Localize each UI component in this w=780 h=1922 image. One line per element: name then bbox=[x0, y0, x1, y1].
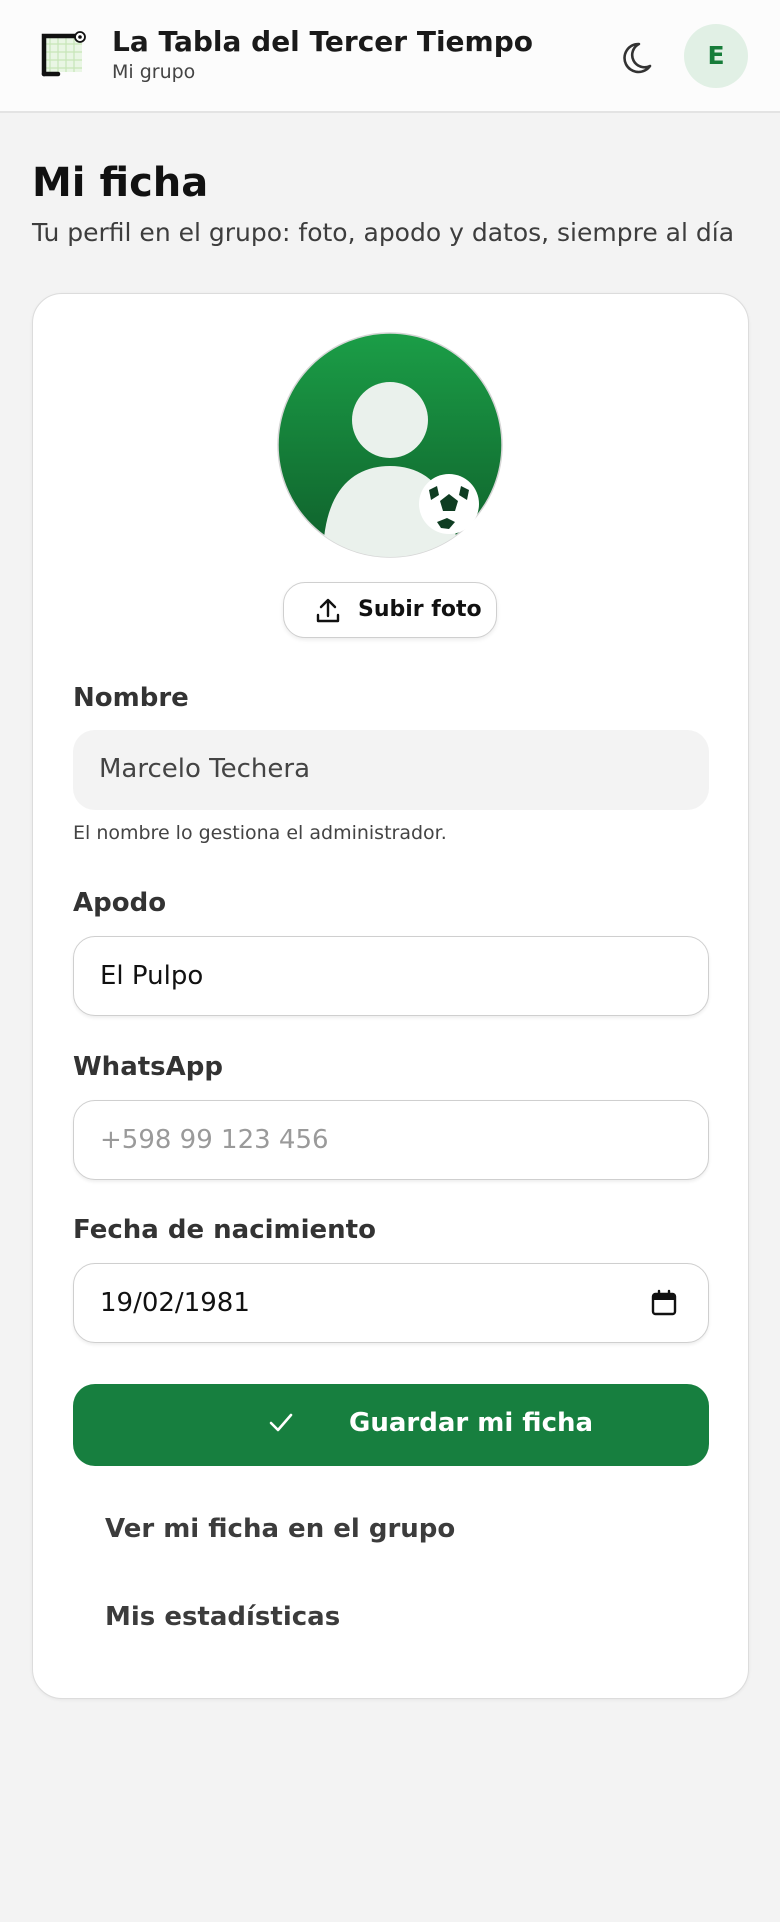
moon-icon[interactable] bbox=[618, 34, 662, 78]
apodo-label: Apodo bbox=[73, 888, 167, 918]
profile-photo bbox=[277, 332, 503, 558]
apodo-input[interactable]: El Pulpo bbox=[73, 936, 709, 1016]
upload-icon bbox=[316, 598, 340, 623]
nombre-help-text: El nombre lo gestiona el administrador. bbox=[73, 822, 447, 844]
page-subtitle: Tu perfil en el grupo: foto, apodo y dat… bbox=[32, 218, 735, 247]
fecha-nacimiento-label: Fecha de nacimiento bbox=[73, 1215, 376, 1245]
user-avatar-button[interactable]: E bbox=[684, 24, 748, 88]
upload-photo-button[interactable]: Subir foto bbox=[283, 582, 497, 638]
view-profile-link[interactable]: Ver mi ficha en el grupo bbox=[105, 1514, 455, 1544]
goal-net-icon bbox=[41, 31, 86, 77]
save-profile-button[interactable]: Guardar mi ficha bbox=[73, 1384, 709, 1466]
app-title: La Tabla del Tercer Tiempo bbox=[112, 25, 533, 58]
group-name: Mi grupo bbox=[112, 61, 196, 83]
page-title: Mi ficha bbox=[32, 160, 209, 206]
fecha-nacimiento-input[interactable]: 19/02/1981 bbox=[73, 1263, 709, 1343]
fecha-nacimiento-value: 19/02/1981 bbox=[100, 1288, 250, 1318]
save-profile-label: Guardar mi ficha bbox=[349, 1408, 594, 1438]
nombre-label: Nombre bbox=[73, 683, 189, 713]
calendar-icon[interactable] bbox=[650, 1289, 678, 1317]
nombre-field: Marcelo Techera bbox=[73, 730, 709, 810]
upload-photo-label: Subir foto bbox=[358, 597, 482, 622]
whatsapp-label: WhatsApp bbox=[73, 1052, 223, 1082]
profile-card: Subir foto Nombre Marcelo Techera El nom… bbox=[32, 293, 749, 1699]
check-icon bbox=[269, 1413, 293, 1432]
my-stats-link[interactable]: Mis estadísticas bbox=[105, 1602, 340, 1632]
whatsapp-input[interactable]: +598 99 123 456 bbox=[73, 1100, 709, 1180]
top-bar: La Tabla del Tercer Tiempo Mi grupo E bbox=[0, 0, 780, 113]
soccer-ball-icon bbox=[419, 474, 479, 534]
